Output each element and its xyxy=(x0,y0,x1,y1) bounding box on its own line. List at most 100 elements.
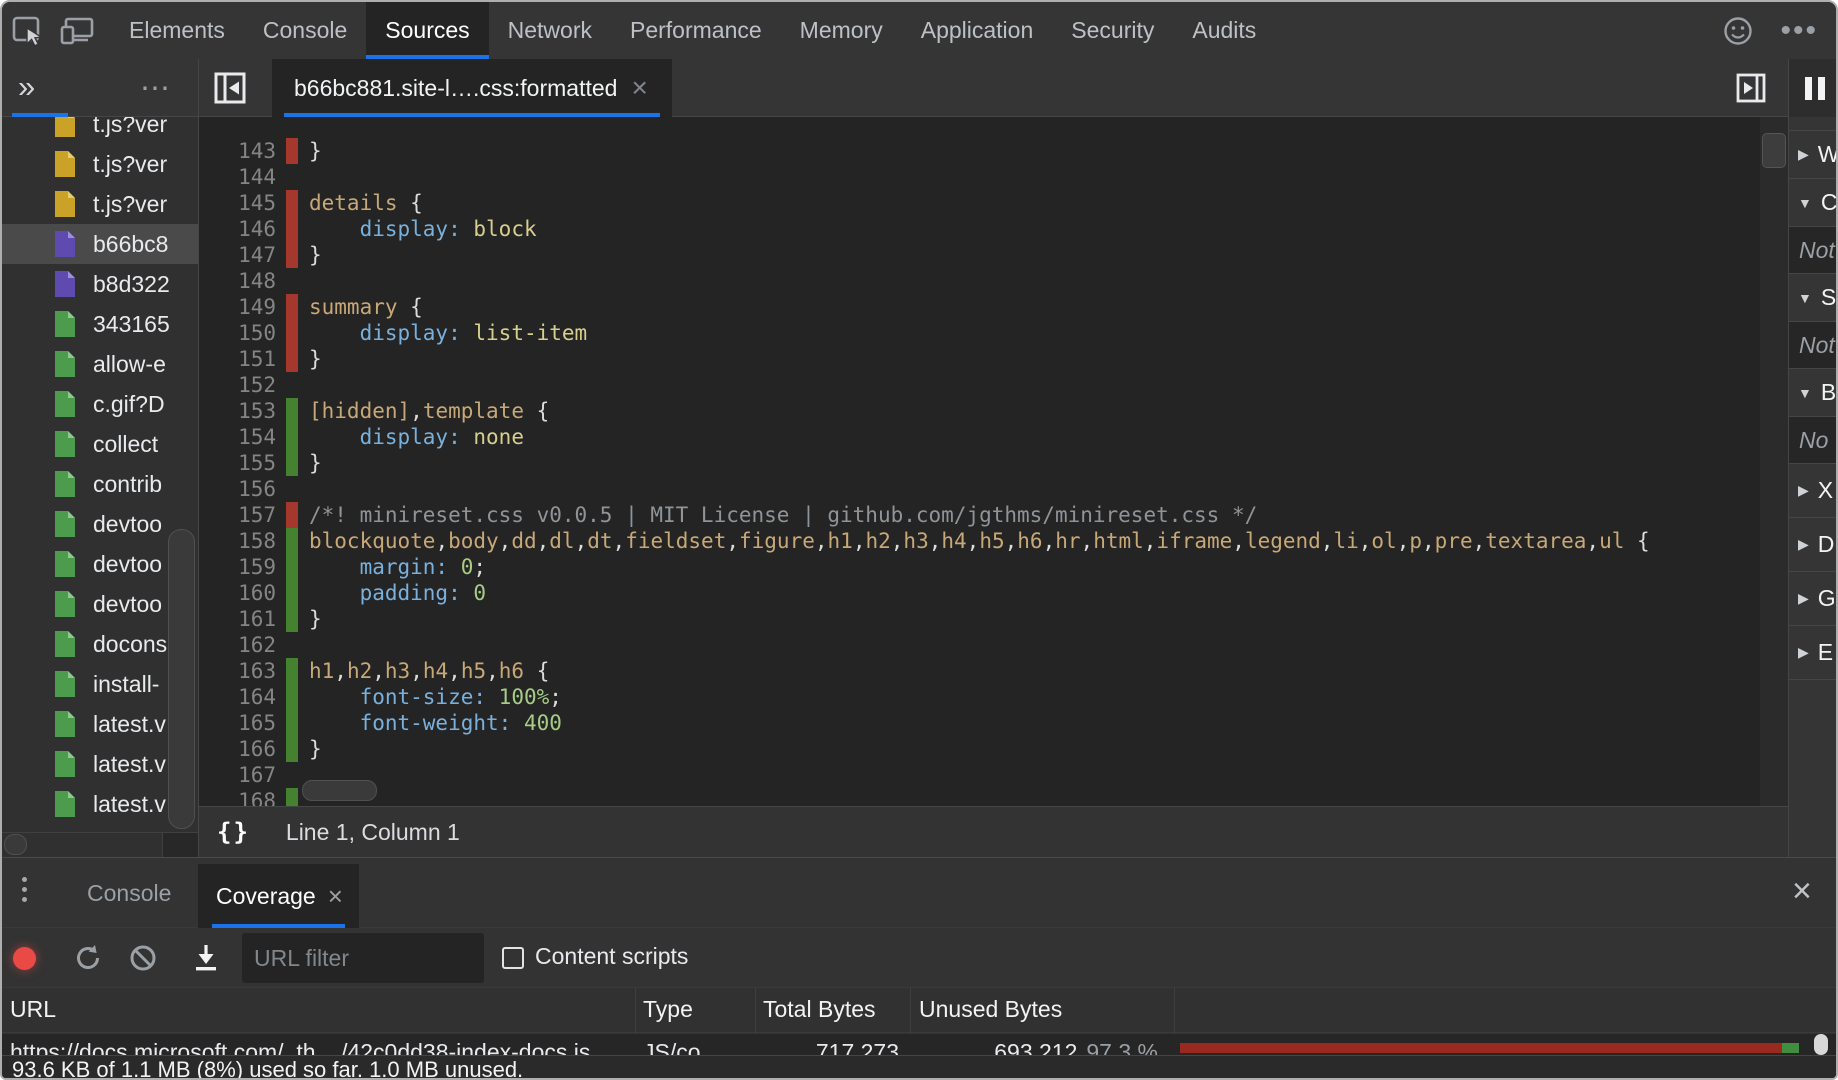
editor-file-tab[interactable]: b66bc881.site-l….css:formatted × xyxy=(272,59,672,117)
sidebar-section-header[interactable]: ▼S xyxy=(1789,274,1838,322)
sidebar-section-header[interactable]: ▶X xyxy=(1789,464,1838,518)
line-number[interactable]: 165 xyxy=(199,710,276,736)
drawer-tab-coverage[interactable]: Coverage × xyxy=(198,864,359,928)
sidebar-section-header[interactable]: ▼C xyxy=(1789,179,1838,227)
feedback-smiley-icon[interactable] xyxy=(1722,15,1754,47)
file-tree-item[interactable]: 343165 xyxy=(2,304,199,344)
editor-vertical-scrollbar[interactable] xyxy=(1762,133,1786,168)
show-debugger-sidebar-icon[interactable] xyxy=(1736,73,1766,103)
line-number[interactable]: 159 xyxy=(199,554,276,580)
line-number[interactable]: 148 xyxy=(199,268,276,294)
column-header-unused[interactable]: Unused Bytes xyxy=(919,996,1062,1023)
pretty-print-icon[interactable]: {} xyxy=(217,818,250,846)
drawer-menu-icon[interactable] xyxy=(22,877,27,902)
line-number[interactable]: 160 xyxy=(199,580,276,606)
sidebar-section-header[interactable]: ▶D xyxy=(1789,518,1838,572)
top-tab-network[interactable]: Network xyxy=(489,2,611,59)
line-number[interactable]: 146 xyxy=(199,216,276,242)
line-number[interactable]: 149 xyxy=(199,294,276,320)
line-number[interactable]: 145 xyxy=(199,190,276,216)
top-tab-audits[interactable]: Audits xyxy=(1173,2,1275,59)
code-editor[interactable]: 143} 144145 details { 146 display: block 147… xyxy=(199,117,1788,857)
file-tree-item[interactable]: allow-e xyxy=(2,344,199,384)
line-number[interactable]: 158 xyxy=(199,528,276,554)
file-tree-item[interactable]: t.js?ver xyxy=(2,144,199,184)
column-header-url[interactable]: URL xyxy=(10,996,56,1023)
code-text[interactable]: h1,h2,h3,h4,h5,h6 { xyxy=(309,658,549,684)
code-text[interactable]: } xyxy=(309,242,322,268)
navigator-vertical-scrollbar[interactable] xyxy=(168,529,195,829)
top-tab-sources[interactable]: Sources xyxy=(366,2,488,59)
code-text[interactable]: details { xyxy=(309,190,423,216)
file-tree-item[interactable]: collect xyxy=(2,424,199,464)
code-text[interactable]: blockquote,body,dd,dl,dt,fieldset,figure… xyxy=(309,528,1650,554)
line-number[interactable]: 150 xyxy=(199,320,276,346)
code-text[interactable]: display: list-item xyxy=(309,320,587,346)
device-toolbar-icon[interactable] xyxy=(60,16,96,46)
pause-script-button[interactable] xyxy=(1788,59,1838,117)
navigator-more-icon[interactable]: ⋯ xyxy=(140,71,170,106)
sidebar-section-header[interactable]: ▼B xyxy=(1789,369,1838,417)
line-number[interactable]: 166 xyxy=(199,736,276,762)
drawer-close-icon[interactable]: × xyxy=(1792,874,1812,908)
code-text[interactable]: [hidden],template { xyxy=(309,398,549,424)
file-tree-item[interactable]: b8d322 xyxy=(2,264,199,304)
sidebar-section-header[interactable]: ▶G xyxy=(1789,572,1838,626)
code-text[interactable]: } xyxy=(309,736,322,762)
top-tab-application[interactable]: Application xyxy=(902,2,1053,59)
top-tab-performance[interactable]: Performance xyxy=(611,2,781,59)
file-tab-close-icon[interactable]: × xyxy=(631,78,647,98)
file-tree-item[interactable]: t.js?ver xyxy=(2,117,199,144)
code-text[interactable]: } xyxy=(309,138,322,164)
code-text[interactable]: /*! minireset.css v0.0.5 | MIT License |… xyxy=(309,502,1257,528)
code-text[interactable]: display: none xyxy=(309,424,524,450)
code-text[interactable]: } xyxy=(309,606,322,632)
line-number[interactable]: 161 xyxy=(199,606,276,632)
code-text[interactable]: font-weight: 400 xyxy=(309,710,562,736)
line-number[interactable]: 167 xyxy=(199,762,276,788)
content-scripts-checkbox[interactable] xyxy=(502,947,524,969)
code-text[interactable]: summary { xyxy=(309,294,423,320)
line-number[interactable]: 157 xyxy=(199,502,276,528)
inspect-element-icon[interactable] xyxy=(12,15,46,47)
line-number[interactable]: 147 xyxy=(199,242,276,268)
editor-horizontal-scrollbar[interactable] xyxy=(302,780,377,801)
code-text[interactable]: display: block xyxy=(309,216,537,242)
line-number[interactable]: 162 xyxy=(199,632,276,658)
file-tree-item[interactable]: b66bc8 xyxy=(2,224,199,264)
code-text[interactable]: font-size: 100%; xyxy=(309,684,562,710)
line-number[interactable]: 156 xyxy=(199,476,276,502)
code-text[interactable]: margin: 0; xyxy=(309,554,486,580)
line-number[interactable]: 152 xyxy=(199,372,276,398)
top-tab-elements[interactable]: Elements xyxy=(110,2,244,59)
main-menu-icon[interactable]: ••• xyxy=(1780,21,1818,41)
sidebar-section-header[interactable]: ▶W xyxy=(1789,131,1838,179)
line-number[interactable]: 144 xyxy=(199,164,276,190)
line-number[interactable]: 155 xyxy=(199,450,276,476)
file-tree-item[interactable]: c.gif?D xyxy=(2,384,199,424)
column-header-type[interactable]: Type xyxy=(643,996,693,1023)
top-tab-security[interactable]: Security xyxy=(1052,2,1173,59)
code-text[interactable]: } xyxy=(309,450,322,476)
line-number[interactable]: 154 xyxy=(199,424,276,450)
line-number[interactable]: 163 xyxy=(199,658,276,684)
line-number[interactable]: 153 xyxy=(199,398,276,424)
clear-block-icon[interactable] xyxy=(128,943,158,973)
record-coverage-button[interactable] xyxy=(13,947,36,970)
hide-navigator-icon[interactable] xyxy=(214,72,246,104)
line-number[interactable]: 151 xyxy=(199,346,276,372)
url-filter-input[interactable] xyxy=(242,933,484,983)
more-tabs-icon[interactable]: » xyxy=(18,69,35,105)
drawer-tab-console[interactable]: Console xyxy=(87,858,171,928)
file-tree-item[interactable]: contrib xyxy=(2,464,199,504)
coverage-table-row[interactable]: https://docs.microsoft.com/_th..../42c0d… xyxy=(2,1034,1838,1055)
file-tree-item[interactable]: t.js?ver xyxy=(2,184,199,224)
line-number[interactable]: 143 xyxy=(199,138,276,164)
top-tab-memory[interactable]: Memory xyxy=(781,2,902,59)
table-vertical-scrollbar[interactable] xyxy=(1814,1034,1828,1055)
top-tab-console[interactable]: Console xyxy=(244,2,366,59)
line-number[interactable]: 164 xyxy=(199,684,276,710)
sidebar-section-header[interactable]: ▶E xyxy=(1789,626,1838,680)
code-lines[interactable]: 143} 144145 details { 146 display: block 147… xyxy=(199,138,1788,814)
export-download-icon[interactable] xyxy=(192,943,220,973)
